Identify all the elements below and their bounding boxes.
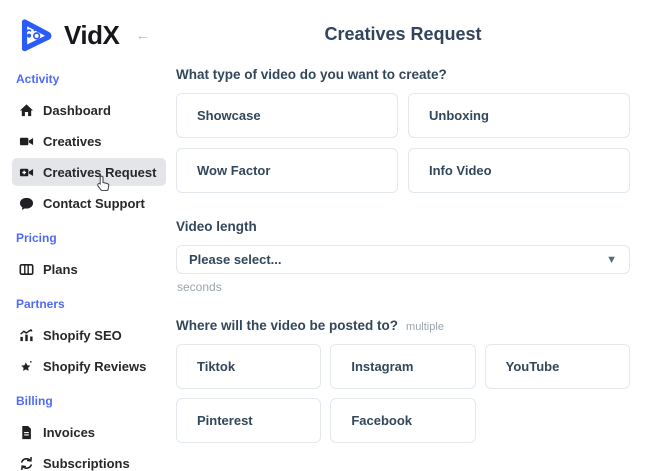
chevron-down-icon: ▼ <box>606 254 617 266</box>
sidebar-item-contact-support[interactable]: Contact Support <box>12 189 166 217</box>
section-label: Pricing <box>16 231 166 245</box>
platforms-label-text: Where will the video be posted to? <box>176 318 398 333</box>
video-type-option-info-video[interactable]: Info Video <box>408 148 630 193</box>
collapse-sidebar-icon[interactable]: ← <box>135 27 150 44</box>
sidebar-item-label: Invoices <box>43 425 95 440</box>
section-label: Activity <box>16 72 166 86</box>
sidebar: VidX ← Activity Dashboard Creatives <box>0 0 172 471</box>
sidebar-item-label: Creatives Request <box>43 165 156 180</box>
sidebar-item-label: Contact Support <box>43 196 145 211</box>
main-content: Creatives Request What type of video do … <box>172 0 648 471</box>
video-type-label: What type of video do you want to create… <box>176 67 630 82</box>
sidebar-item-label: Subscriptions <box>43 456 130 471</box>
section-label: Partners <box>16 297 166 311</box>
video-type-option-showcase[interactable]: Showcase <box>176 93 398 138</box>
invoice-icon <box>18 424 34 440</box>
sidebar-item-label: Plans <box>43 262 78 277</box>
sidebar-item-label: Dashboard <box>43 103 111 118</box>
star-icon <box>18 358 34 374</box>
video-type-options: Showcase Unboxing Wow Factor Info Video <box>176 93 630 193</box>
sidebar-section-partners: Partners Shopify SEO Shopify Reviews <box>12 297 166 380</box>
platform-option-facebook[interactable]: Facebook <box>330 398 475 443</box>
platform-option-instagram[interactable]: Instagram <box>330 344 475 389</box>
sidebar-item-label: Shopify SEO <box>43 328 122 343</box>
chat-bubble-icon <box>18 195 34 211</box>
sidebar-section-pricing: Pricing Plans <box>12 231 166 283</box>
bar-chart-icon <box>18 327 34 343</box>
video-length-helper: seconds <box>177 280 630 294</box>
video-length-select[interactable]: Please select... ▼ <box>176 245 630 274</box>
video-camera-plus-icon <box>18 164 34 180</box>
platform-option-youtube[interactable]: YouTube <box>485 344 630 389</box>
video-length-select-value: Please select... <box>189 252 282 267</box>
refresh-icon <box>18 455 34 471</box>
platforms-label: Where will the video be posted to? multip… <box>176 318 630 333</box>
brand-name: VidX <box>64 20 119 51</box>
sidebar-section-billing: Billing Invoices Subscriptions <box>12 394 166 471</box>
video-type-option-wow-factor[interactable]: Wow Factor <box>176 148 398 193</box>
sidebar-item-label: Creatives <box>43 134 102 149</box>
platform-option-pinterest[interactable]: Pinterest <box>176 398 321 443</box>
sidebar-item-subscriptions[interactable]: Subscriptions <box>12 449 166 471</box>
platform-option-tiktok[interactable]: Tiktok <box>176 344 321 389</box>
video-type-option-unboxing[interactable]: Unboxing <box>408 93 630 138</box>
sidebar-item-shopify-seo[interactable]: Shopify SEO <box>12 321 166 349</box>
brand: VidX ← <box>12 12 166 58</box>
sidebar-section-activity: Activity Dashboard Creatives Creatives R… <box>12 72 166 217</box>
app-window: VidX ← Activity Dashboard Creatives <box>0 0 648 471</box>
page-title: Creatives Request <box>176 24 630 45</box>
video-length-label: Video length <box>176 219 630 234</box>
sidebar-item-creatives[interactable]: Creatives <box>12 127 166 155</box>
video-camera-icon <box>18 133 34 149</box>
grid-spacer <box>485 398 630 443</box>
section-label: Billing <box>16 394 166 408</box>
sidebar-item-label: Shopify Reviews <box>43 359 146 374</box>
sidebar-item-plans[interactable]: Plans <box>12 255 166 283</box>
vidx-logo-icon <box>12 12 58 58</box>
home-icon <box>18 102 34 118</box>
columns-icon <box>18 261 34 277</box>
sidebar-item-invoices[interactable]: Invoices <box>12 418 166 446</box>
sidebar-item-dashboard[interactable]: Dashboard <box>12 96 166 124</box>
sidebar-item-creatives-request[interactable]: Creatives Request <box>12 158 166 186</box>
platforms-multiple-tag: multiple <box>406 321 444 333</box>
sidebar-item-shopify-reviews[interactable]: Shopify Reviews <box>12 352 166 380</box>
platform-options: Tiktok Instagram YouTube Pinterest Faceb… <box>176 344 630 443</box>
